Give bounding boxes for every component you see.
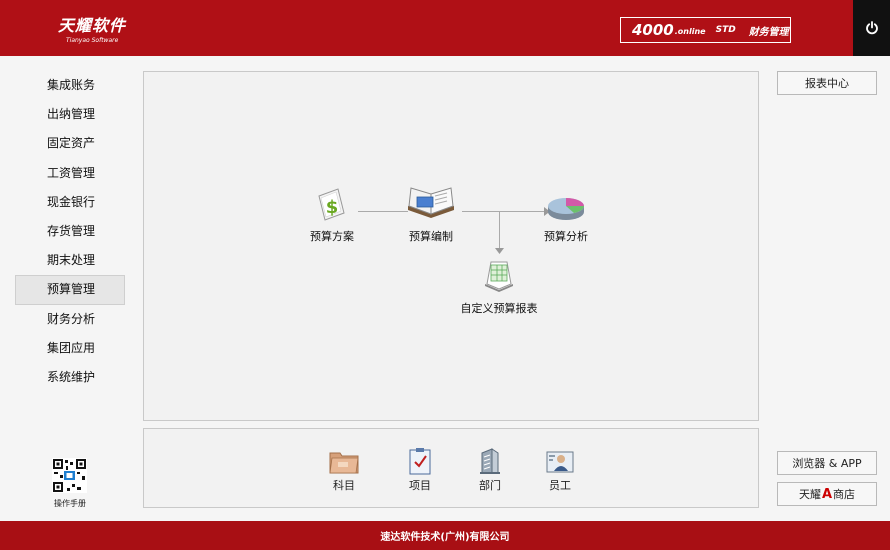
custom-report-node[interactable]: 自定义预算报表	[458, 256, 540, 316]
budget-analysis-label: 预算分析	[544, 230, 588, 243]
custom-report-label: 自定义预算报表	[460, 302, 538, 315]
sidebar-item-cash-bank[interactable]: 现金银行	[15, 188, 125, 217]
connector-plan-compile	[358, 211, 408, 212]
power-icon	[865, 21, 878, 35]
brand-logo: 天耀软件 Tianyao Software	[58, 12, 126, 44]
budget-compile-node[interactable]: 预算编制	[405, 186, 457, 244]
employee-node[interactable]: 员工	[542, 447, 578, 493]
sidebar-item-fixed-assets[interactable]: 固定资产	[15, 129, 125, 158]
footer-bar: 速达软件技术(广州)有限公司	[0, 521, 890, 550]
logo-chinese: 天耀软件	[58, 16, 127, 35]
sidebar-item-system-maintenance[interactable]: 系统维护	[15, 363, 125, 392]
store-suffix: 商店	[833, 488, 856, 501]
sidebar-item-period-end[interactable]: 期末处理	[15, 246, 125, 275]
sidebar-item-payroll[interactable]: 工资管理	[15, 159, 125, 188]
checklist-icon	[409, 448, 431, 475]
project-node[interactable]: 项目	[402, 447, 438, 493]
sidebar-nav: 集成账务 出纳管理 固定资产 工资管理 现金银行 存货管理 期末处理 预算管理 …	[15, 71, 125, 392]
arrow-down-icon	[495, 248, 504, 254]
qr-code-icon[interactable]	[52, 458, 87, 493]
department-label: 部门	[479, 479, 501, 492]
budget-flow-panel: $ 预算方案 预算编制 预算分析 自定义预算报表	[143, 71, 759, 421]
browser-app-button[interactable]: 浏览器 & APP	[777, 451, 877, 475]
store-button[interactable]: 天耀 A 商店	[777, 482, 877, 506]
budget-plan-label: 预算方案	[310, 230, 354, 243]
building-icon	[480, 448, 500, 474]
budget-analysis-node[interactable]: 预算分析	[542, 192, 590, 244]
version-online: .online	[674, 27, 706, 36]
project-label: 项目	[409, 479, 431, 492]
svg-text:$: $	[326, 197, 339, 218]
power-button[interactable]	[853, 0, 890, 56]
sidebar-item-budget[interactable]: 预算管理	[15, 275, 125, 305]
employee-label: 员工	[549, 479, 571, 492]
budget-compile-icon	[408, 187, 454, 218]
store-a-mark: A	[821, 486, 833, 502]
budget-compile-label: 预算编制	[409, 230, 453, 243]
employee-icon	[546, 451, 574, 473]
sidebar-item-group-apps[interactable]: 集团应用	[15, 334, 125, 363]
folder-icon	[329, 452, 359, 474]
sidebar-item-cashier[interactable]: 出纳管理	[15, 100, 125, 129]
sidebar-item-financial-analysis[interactable]: 财务分析	[15, 305, 125, 334]
subject-node[interactable]: 科目	[326, 447, 362, 493]
version-badge: 4000 .online STD 财务管理	[620, 17, 791, 43]
version-number: 4000	[632, 21, 674, 39]
budget-plan-node[interactable]: $ 预算方案	[307, 186, 357, 244]
sidebar-item-integrated-accounts[interactable]: 集成账务	[15, 71, 125, 100]
report-icon	[485, 261, 513, 292]
manual-label[interactable]: 操作手册	[40, 498, 100, 509]
store-prefix: 天耀	[798, 488, 821, 501]
top-header: 天耀软件 Tianyao Software 4000 .online STD 财…	[0, 0, 890, 56]
budget-plan-icon: $	[318, 188, 345, 221]
report-center-button[interactable]: 报表中心	[777, 71, 877, 95]
connector-compile-report	[499, 211, 500, 252]
version-edition: STD	[715, 25, 736, 35]
module-name: 财务管理	[748, 26, 789, 38]
base-data-panel: 科目 项目 部门 员工	[143, 428, 759, 508]
subject-label: 科目	[333, 479, 355, 492]
department-node[interactable]: 部门	[472, 447, 508, 493]
connector-compile-analysis	[462, 211, 546, 212]
pie-chart-icon	[548, 198, 584, 220]
logo-english: Tianyao Software	[66, 37, 119, 44]
sidebar-item-inventory[interactable]: 存货管理	[15, 217, 125, 246]
company-name: 速达软件技术(广州)有限公司	[380, 532, 510, 543]
